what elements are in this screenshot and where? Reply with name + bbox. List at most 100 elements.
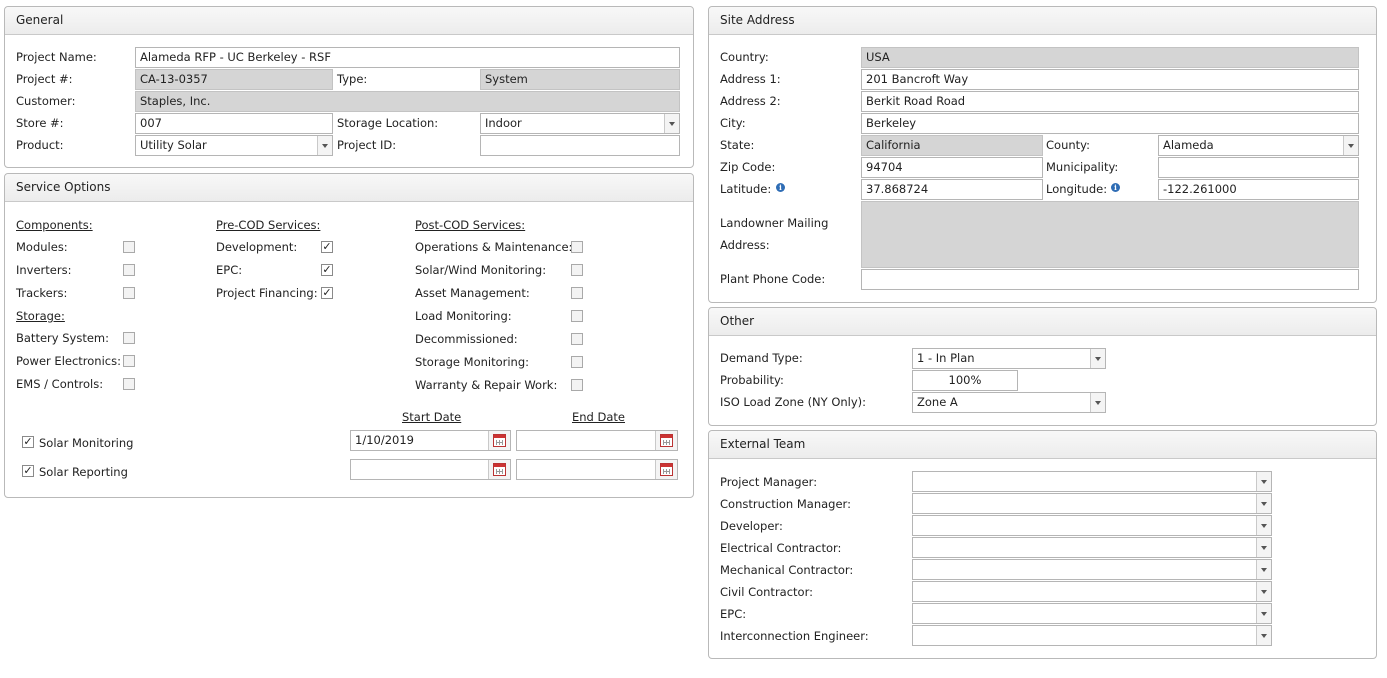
calendar-icon (493, 463, 506, 476)
ems-controls-checkbox[interactable] (123, 378, 135, 390)
chevron-down-icon[interactable] (1343, 136, 1358, 155)
customer-field: Staples, Inc. (135, 91, 680, 112)
battery-system-checkbox[interactable] (123, 332, 135, 344)
country-field: USA (861, 47, 1359, 68)
site-address-title: Site Address (709, 7, 1376, 35)
epc-dropdown[interactable] (912, 603, 1272, 624)
trackers-checkbox[interactable] (123, 287, 135, 299)
storage-location-label: Storage Location: (337, 116, 439, 130)
other-panel: Other Demand Type: 1 - In Plan Probabili… (708, 307, 1377, 426)
chevron-down-icon[interactable] (1256, 604, 1271, 623)
chevron-down-icon[interactable] (1256, 582, 1271, 601)
post-cod-header: Post-COD Services: (415, 218, 526, 232)
epc-checkbox[interactable]: ✓ (321, 264, 333, 276)
address1-field[interactable]: 201 Bancroft Way (861, 69, 1359, 90)
zip-code-field[interactable]: 94704 (861, 157, 1043, 178)
role-label: Civil Contractor: (720, 585, 813, 599)
construction-manager-dropdown[interactable] (912, 493, 1272, 514)
municipality-field[interactable] (1158, 157, 1359, 178)
mechanical-contractor-dropdown[interactable] (912, 559, 1272, 580)
project-financing-checkbox[interactable]: ✓ (321, 287, 333, 299)
warranty-repair-checkbox[interactable] (571, 379, 583, 391)
chevron-down-icon[interactable] (1256, 472, 1271, 491)
storage-monitoring-checkbox[interactable] (571, 356, 583, 368)
calendar-button[interactable] (655, 460, 677, 479)
battery-system-label: Battery System: (16, 331, 109, 345)
iso-load-zone-dropdown[interactable]: Zone A (912, 392, 1106, 413)
project-financing-label: Project Financing: (216, 286, 318, 300)
service-options-title: Service Options (5, 174, 693, 202)
chevron-down-icon[interactable] (1256, 494, 1271, 513)
demand-type-dropdown[interactable]: 1 - In Plan (912, 348, 1106, 369)
solar-reporting-label: Solar Reporting (39, 465, 128, 479)
calendar-button[interactable] (655, 431, 677, 450)
solar-wind-monitoring-label: Solar/Wind Monitoring: (415, 263, 547, 277)
interconnection-engineer-dropdown[interactable] (912, 625, 1272, 646)
decommissioned-label: Decommissioned: (415, 332, 518, 346)
calendar-button[interactable] (488, 460, 510, 479)
info-icon[interactable]: i (1111, 183, 1120, 192)
storage-header: Storage: (16, 309, 65, 323)
project-id-field[interactable] (480, 135, 680, 156)
inverters-checkbox[interactable] (123, 264, 135, 276)
probability-field[interactable]: 100% (912, 370, 1018, 391)
project-manager-dropdown[interactable] (912, 471, 1272, 492)
end-date-header: End Date (572, 410, 625, 424)
external-team-title: External Team (709, 431, 1376, 459)
solar-reporting-end-date[interactable] (516, 459, 678, 480)
role-label: Developer: (720, 519, 783, 533)
service-options-panel: Service Options Components: Modules: Inv… (4, 173, 694, 498)
address2-field[interactable]: Berkit Road Road (861, 91, 1359, 112)
chevron-down-icon[interactable] (1256, 516, 1271, 535)
calendar-icon (493, 434, 506, 447)
load-monitoring-checkbox[interactable] (571, 310, 583, 322)
plant-phone-code-field[interactable] (861, 269, 1359, 290)
state-label: State: (720, 138, 755, 152)
modules-label: Modules: (16, 240, 68, 254)
solar-monitoring-start-date[interactable]: 1/10/2019 (350, 430, 511, 451)
operations-maintenance-checkbox[interactable] (571, 241, 583, 253)
role-label: EPC: (720, 607, 747, 621)
civil-contractor-dropdown[interactable] (912, 581, 1272, 602)
landowner-label-line1: Landowner Mailing (720, 216, 829, 230)
development-checkbox[interactable]: ✓ (321, 241, 333, 253)
power-electronics-checkbox[interactable] (123, 355, 135, 367)
chevron-down-icon[interactable] (1256, 560, 1271, 579)
probability-label: Probability: (720, 373, 784, 387)
solar-reporting-checkbox[interactable]: ✓ (22, 465, 34, 477)
chevron-down-icon[interactable] (1090, 349, 1105, 368)
decommissioned-checkbox[interactable] (571, 333, 583, 345)
longitude-label: Longitude: (1046, 182, 1108, 196)
modules-checkbox[interactable] (123, 241, 135, 253)
address1-label: Address 1: (720, 72, 781, 86)
developer-dropdown[interactable] (912, 515, 1272, 536)
type-field: System (480, 69, 680, 90)
longitude-field[interactable]: -122.261000 (1158, 179, 1359, 200)
chevron-down-icon[interactable] (664, 114, 679, 133)
solar-monitoring-checkbox[interactable]: ✓ (22, 436, 34, 448)
warranty-repair-label: Warranty & Repair Work: (415, 378, 558, 392)
iso-load-zone-label: ISO Load Zone (NY Only): (720, 395, 867, 409)
solar-reporting-start-date[interactable] (350, 459, 511, 480)
project-name-field[interactable]: Alameda RFP - UC Berkeley - RSF (135, 47, 680, 68)
chevron-down-icon[interactable] (1090, 393, 1105, 412)
chevron-down-icon[interactable] (1256, 538, 1271, 557)
electrical-contractor-dropdown[interactable] (912, 537, 1272, 558)
inverters-label: Inverters: (16, 263, 72, 277)
product-dropdown[interactable]: Utility Solar (135, 135, 333, 156)
chevron-down-icon[interactable] (1256, 626, 1271, 645)
calendar-button[interactable] (488, 431, 510, 450)
chevron-down-icon[interactable] (317, 136, 332, 155)
store-field[interactable]: 007 (135, 113, 333, 134)
solar-wind-monitoring-checkbox[interactable] (571, 264, 583, 276)
city-field[interactable]: Berkeley (861, 113, 1359, 134)
latitude-field[interactable]: 37.868724 (861, 179, 1043, 200)
info-icon[interactable]: i (776, 183, 785, 192)
county-label: County: (1046, 138, 1090, 152)
county-dropdown[interactable]: Alameda (1158, 135, 1359, 156)
storage-location-dropdown[interactable]: Indoor (480, 113, 680, 134)
solar-monitoring-end-date[interactable] (516, 430, 678, 451)
landowner-label-line2: Address: (720, 238, 770, 252)
asset-management-checkbox[interactable] (571, 287, 583, 299)
customer-label: Customer: (16, 94, 76, 108)
